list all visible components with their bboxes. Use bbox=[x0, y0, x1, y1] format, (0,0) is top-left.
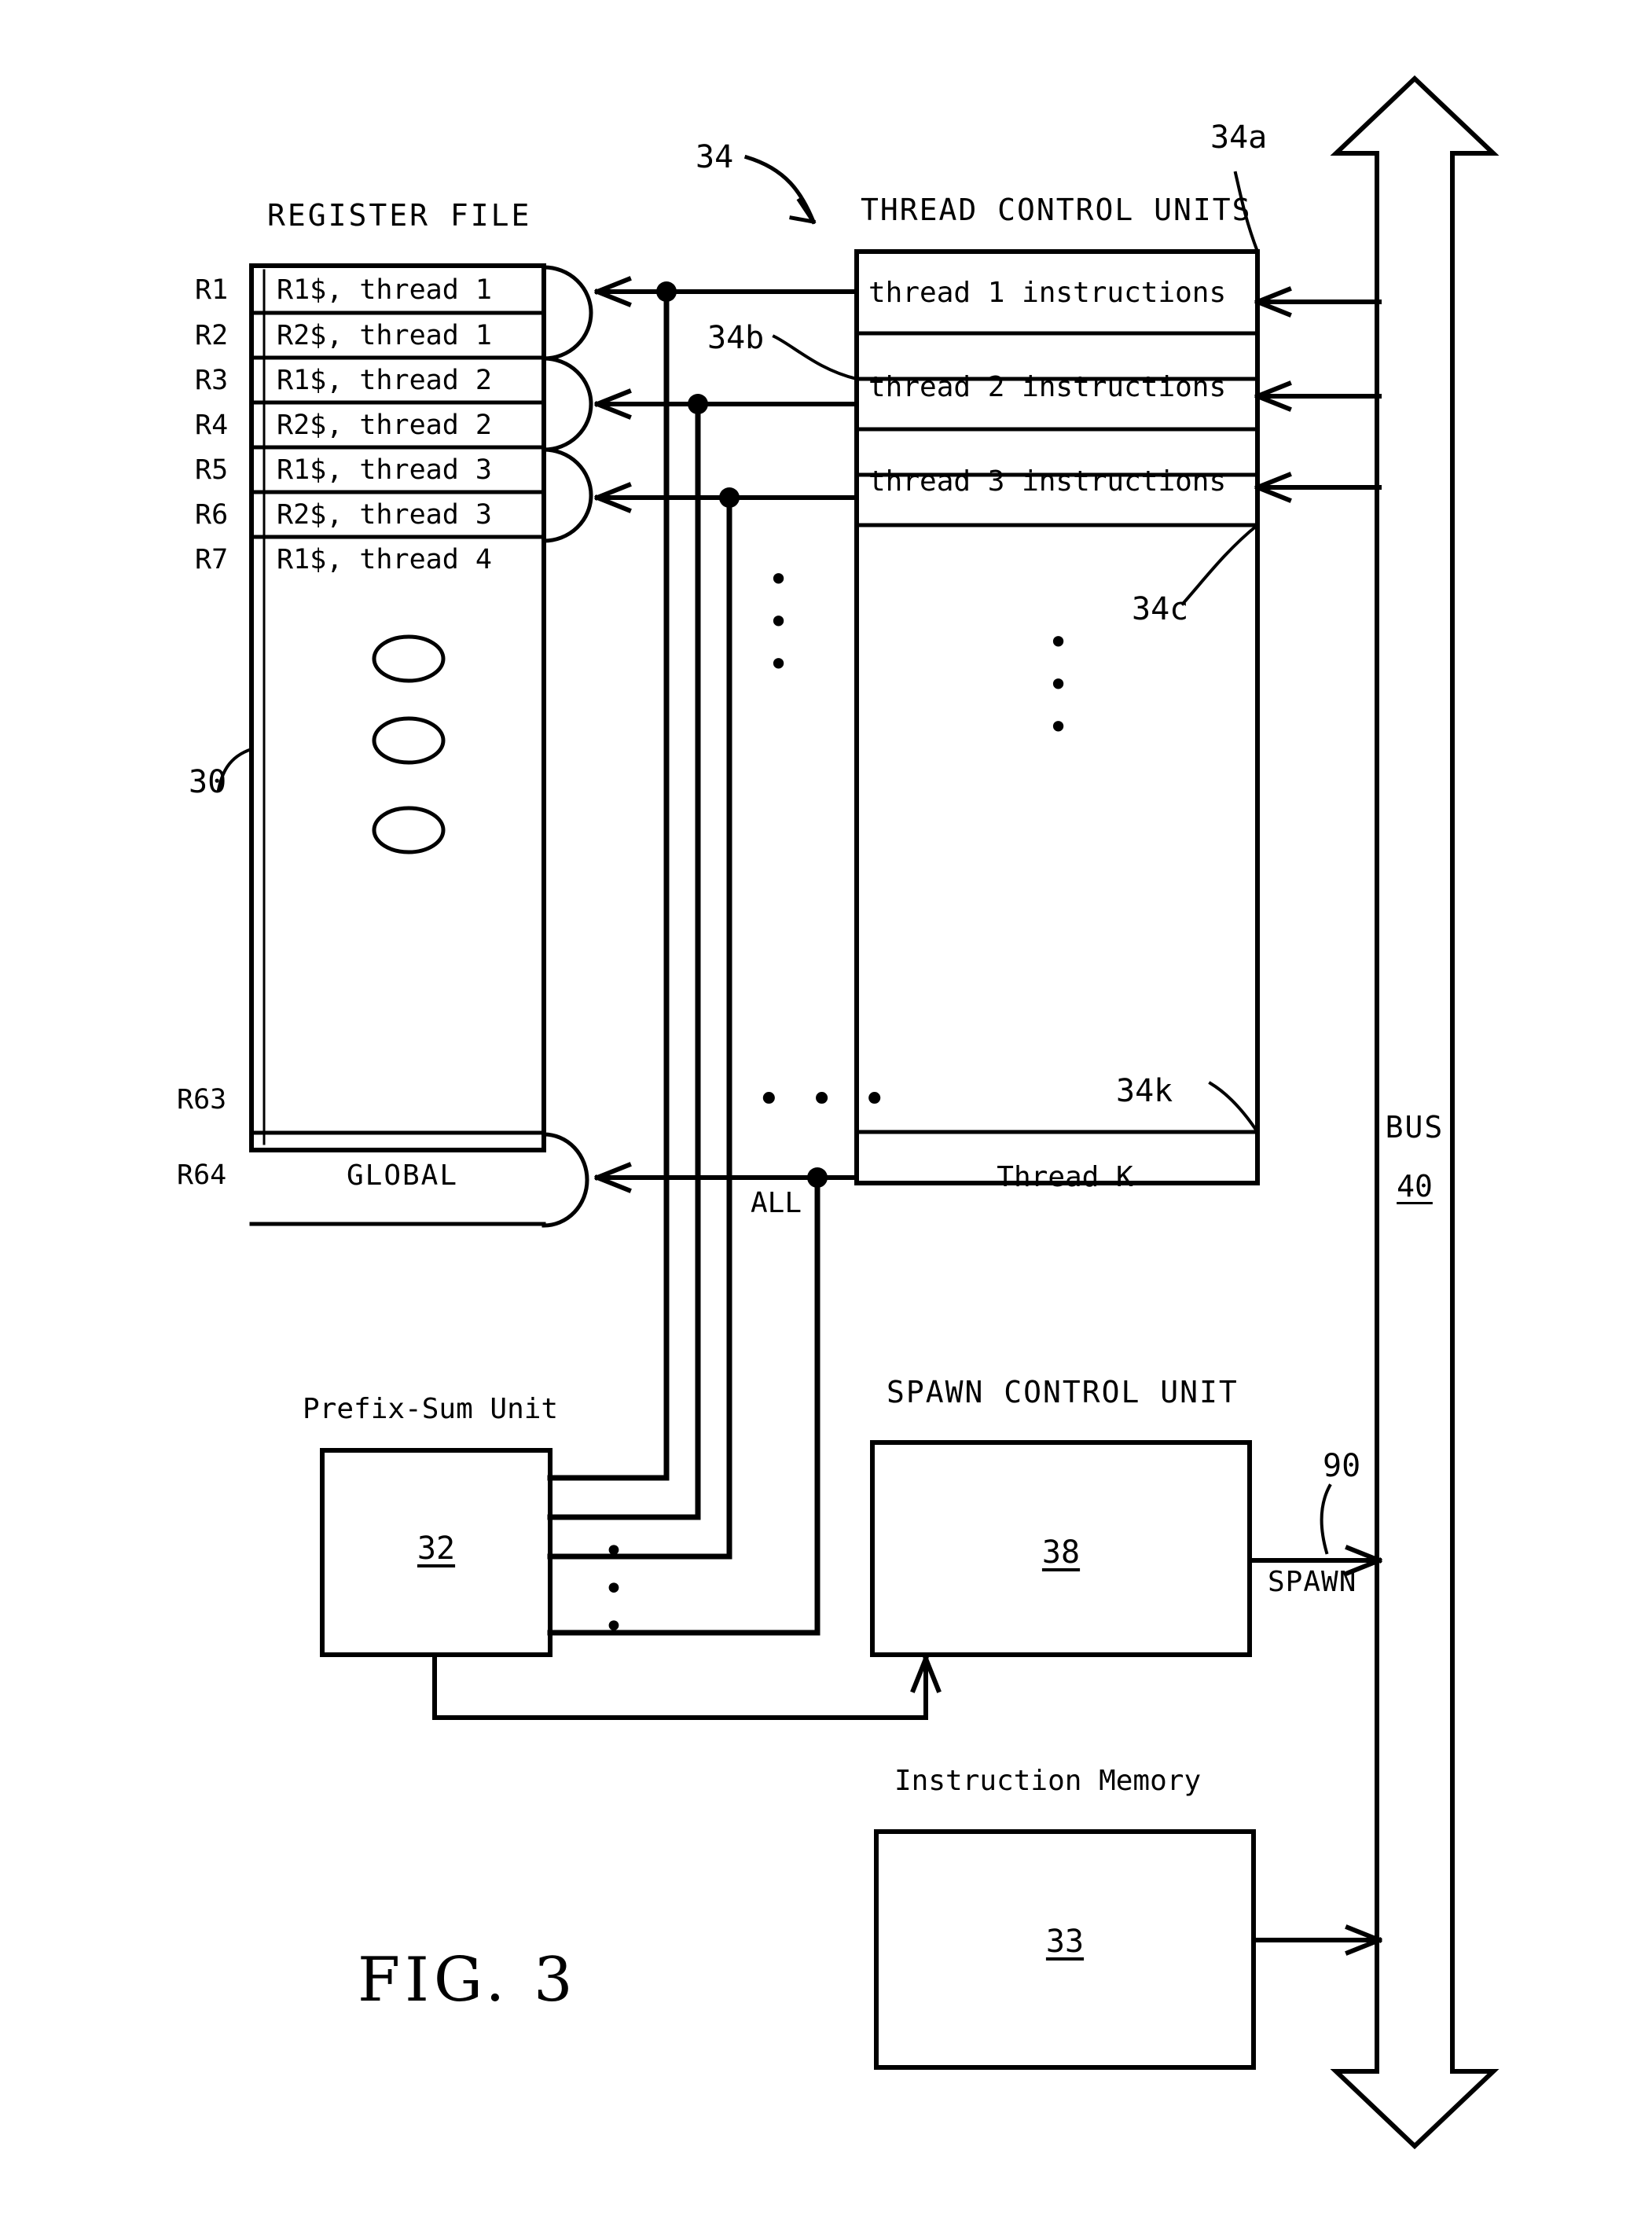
wire-horizontal-ellipsis: • • • bbox=[757, 1076, 895, 1123]
figure-caption: FIG. 3 bbox=[358, 1945, 578, 2016]
register-row-value: R1$, thread 2 bbox=[277, 365, 492, 396]
register-row-value: R1$, thread 1 bbox=[277, 274, 492, 306]
ref-34a: 34a bbox=[1210, 119, 1268, 156]
ref-34b: 34b bbox=[707, 320, 765, 356]
global-register-label: GLOBAL bbox=[346, 1159, 459, 1192]
register-file-ref: 30 bbox=[189, 764, 227, 800]
prefix-sum-unit-ref: 32 bbox=[417, 1531, 456, 1567]
register-index-label: R7 bbox=[195, 544, 229, 575]
bus-ref: 40 bbox=[1397, 1169, 1433, 1204]
register-index-label: R4 bbox=[195, 410, 229, 441]
prefix-sum-unit-title: Prefix-Sum Unit bbox=[303, 1393, 559, 1425]
register-row-value: R2$, thread 3 bbox=[277, 499, 492, 531]
register-file-title: REGISTER FILE bbox=[267, 198, 532, 233]
spawn-control-unit-ref: 38 bbox=[1041, 1534, 1081, 1571]
register-row-value: R2$, thread 1 bbox=[277, 320, 492, 351]
thread-control-units-title: THREAD CONTROL UNITS bbox=[861, 193, 1252, 227]
register-index-label: R6 bbox=[195, 499, 229, 531]
all-bus-label: ALL bbox=[751, 1187, 802, 1219]
thread-instruction-row: thread 1 instructions bbox=[868, 277, 1227, 309]
thread-instruction-row: thread 3 instructions bbox=[868, 465, 1227, 498]
bus-title: BUS bbox=[1385, 1110, 1445, 1145]
spawn-control-unit-title: SPAWN CONTROL UNIT bbox=[887, 1375, 1239, 1409]
thread-instruction-row: thread 2 instructions bbox=[868, 371, 1227, 403]
register-index-label: R1 bbox=[195, 274, 229, 306]
wire-vertical-ellipsis: • • • bbox=[768, 558, 790, 685]
ref-34k: 34k bbox=[1116, 1073, 1173, 1109]
tcu-vertical-ellipsis: • • • bbox=[1048, 621, 1070, 748]
prefix-sum-vertical-ellipsis: • • • bbox=[604, 1531, 624, 1647]
register-index-label: R3 bbox=[195, 365, 229, 396]
patent-figure-3: REGISTER FILE R1 R2 R3 R4 R5 R6 R7 R63 R… bbox=[0, 0, 1652, 2227]
register-index-label: R2 bbox=[195, 320, 229, 351]
register-row-value: R1$, thread 3 bbox=[277, 454, 492, 486]
ref-34c: 34c bbox=[1132, 591, 1189, 627]
instruction-memory-ref: 33 bbox=[1045, 1924, 1085, 1960]
ref-34: 34 bbox=[696, 139, 734, 175]
register-index-label: R5 bbox=[195, 454, 229, 486]
instruction-memory-title: Instruction Memory bbox=[894, 1765, 1202, 1797]
register-row-value: R1$, thread 4 bbox=[277, 544, 492, 575]
thread-k-row: Thread K bbox=[997, 1161, 1133, 1193]
spawn-signal-ref: 90 bbox=[1323, 1448, 1361, 1484]
register-index-label: R63 bbox=[177, 1084, 227, 1115]
spawn-signal-label: SPAWN bbox=[1268, 1566, 1357, 1598]
register-index-label: R64 bbox=[177, 1159, 227, 1191]
register-row-value: R2$, thread 2 bbox=[277, 410, 492, 441]
